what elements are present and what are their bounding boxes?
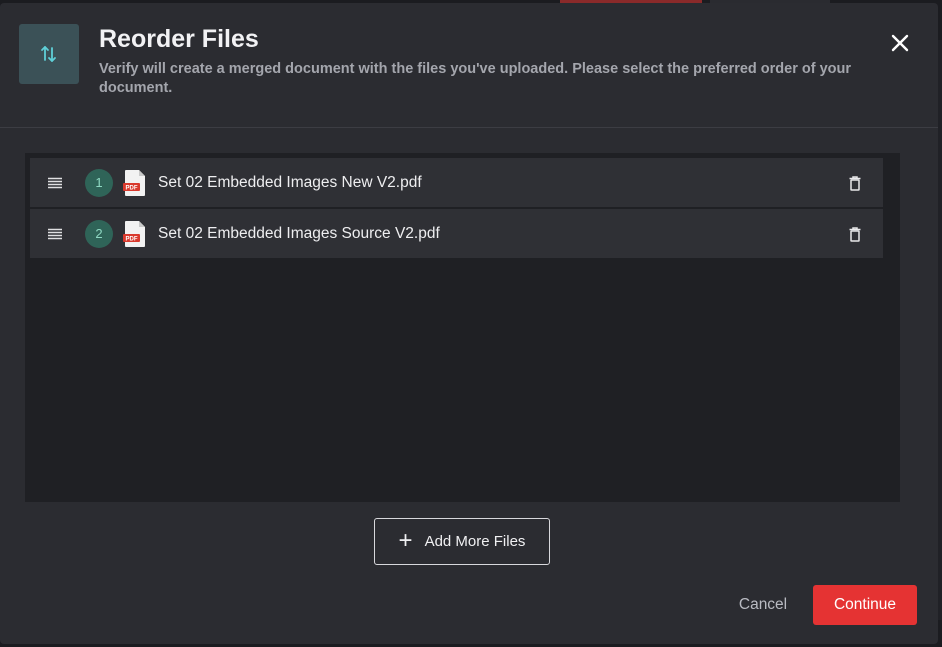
plus-icon: + [398,526,413,554]
order-badge: 2 [85,219,113,248]
dialog-subtitle: Verify will create a merged document wit… [99,61,852,96]
pdf-icon: PDF [123,169,147,197]
file-list: 1 PDF Set 02 Embedded Images New V2.pdf [25,153,900,502]
drag-handle-icon[interactable] [30,209,80,258]
drag-handle-icon[interactable] [30,158,80,207]
pdf-icon-label: PDF [126,236,138,242]
pdf-icon-label: PDF [126,185,138,191]
reorder-files-dialog: Reorder Files Verify will create a merge… [0,3,938,644]
order-badge: 1 [85,168,113,197]
delete-file-button[interactable] [845,172,865,194]
trash-icon [849,175,861,191]
continue-button[interactable]: Continue [813,585,917,625]
add-more-files-button[interactable]: + Add More Files [374,518,550,565]
close-icon [891,34,909,52]
add-more-files-label: Add More Files [424,533,526,550]
file-name: Set 02 Embedded Images New V2.pdf [158,173,422,191]
reorder-arrows-icon [19,24,79,84]
pdf-icon: PDF [123,220,147,248]
file-row[interactable]: 2 PDF Set 02 Embedded Images Source V2.p… [30,209,883,258]
file-row[interactable]: 1 PDF Set 02 Embedded Images New V2.pdf [30,158,883,207]
cancel-button[interactable]: Cancel [733,592,793,618]
close-button[interactable] [886,29,914,57]
trash-icon [849,226,861,242]
delete-file-button[interactable] [845,223,865,245]
dialog-header: Reorder Files Verify will create a merge… [0,3,938,128]
file-name: Set 02 Embedded Images Source V2.pdf [158,224,440,242]
dialog-title: Reorder Files [99,25,259,53]
